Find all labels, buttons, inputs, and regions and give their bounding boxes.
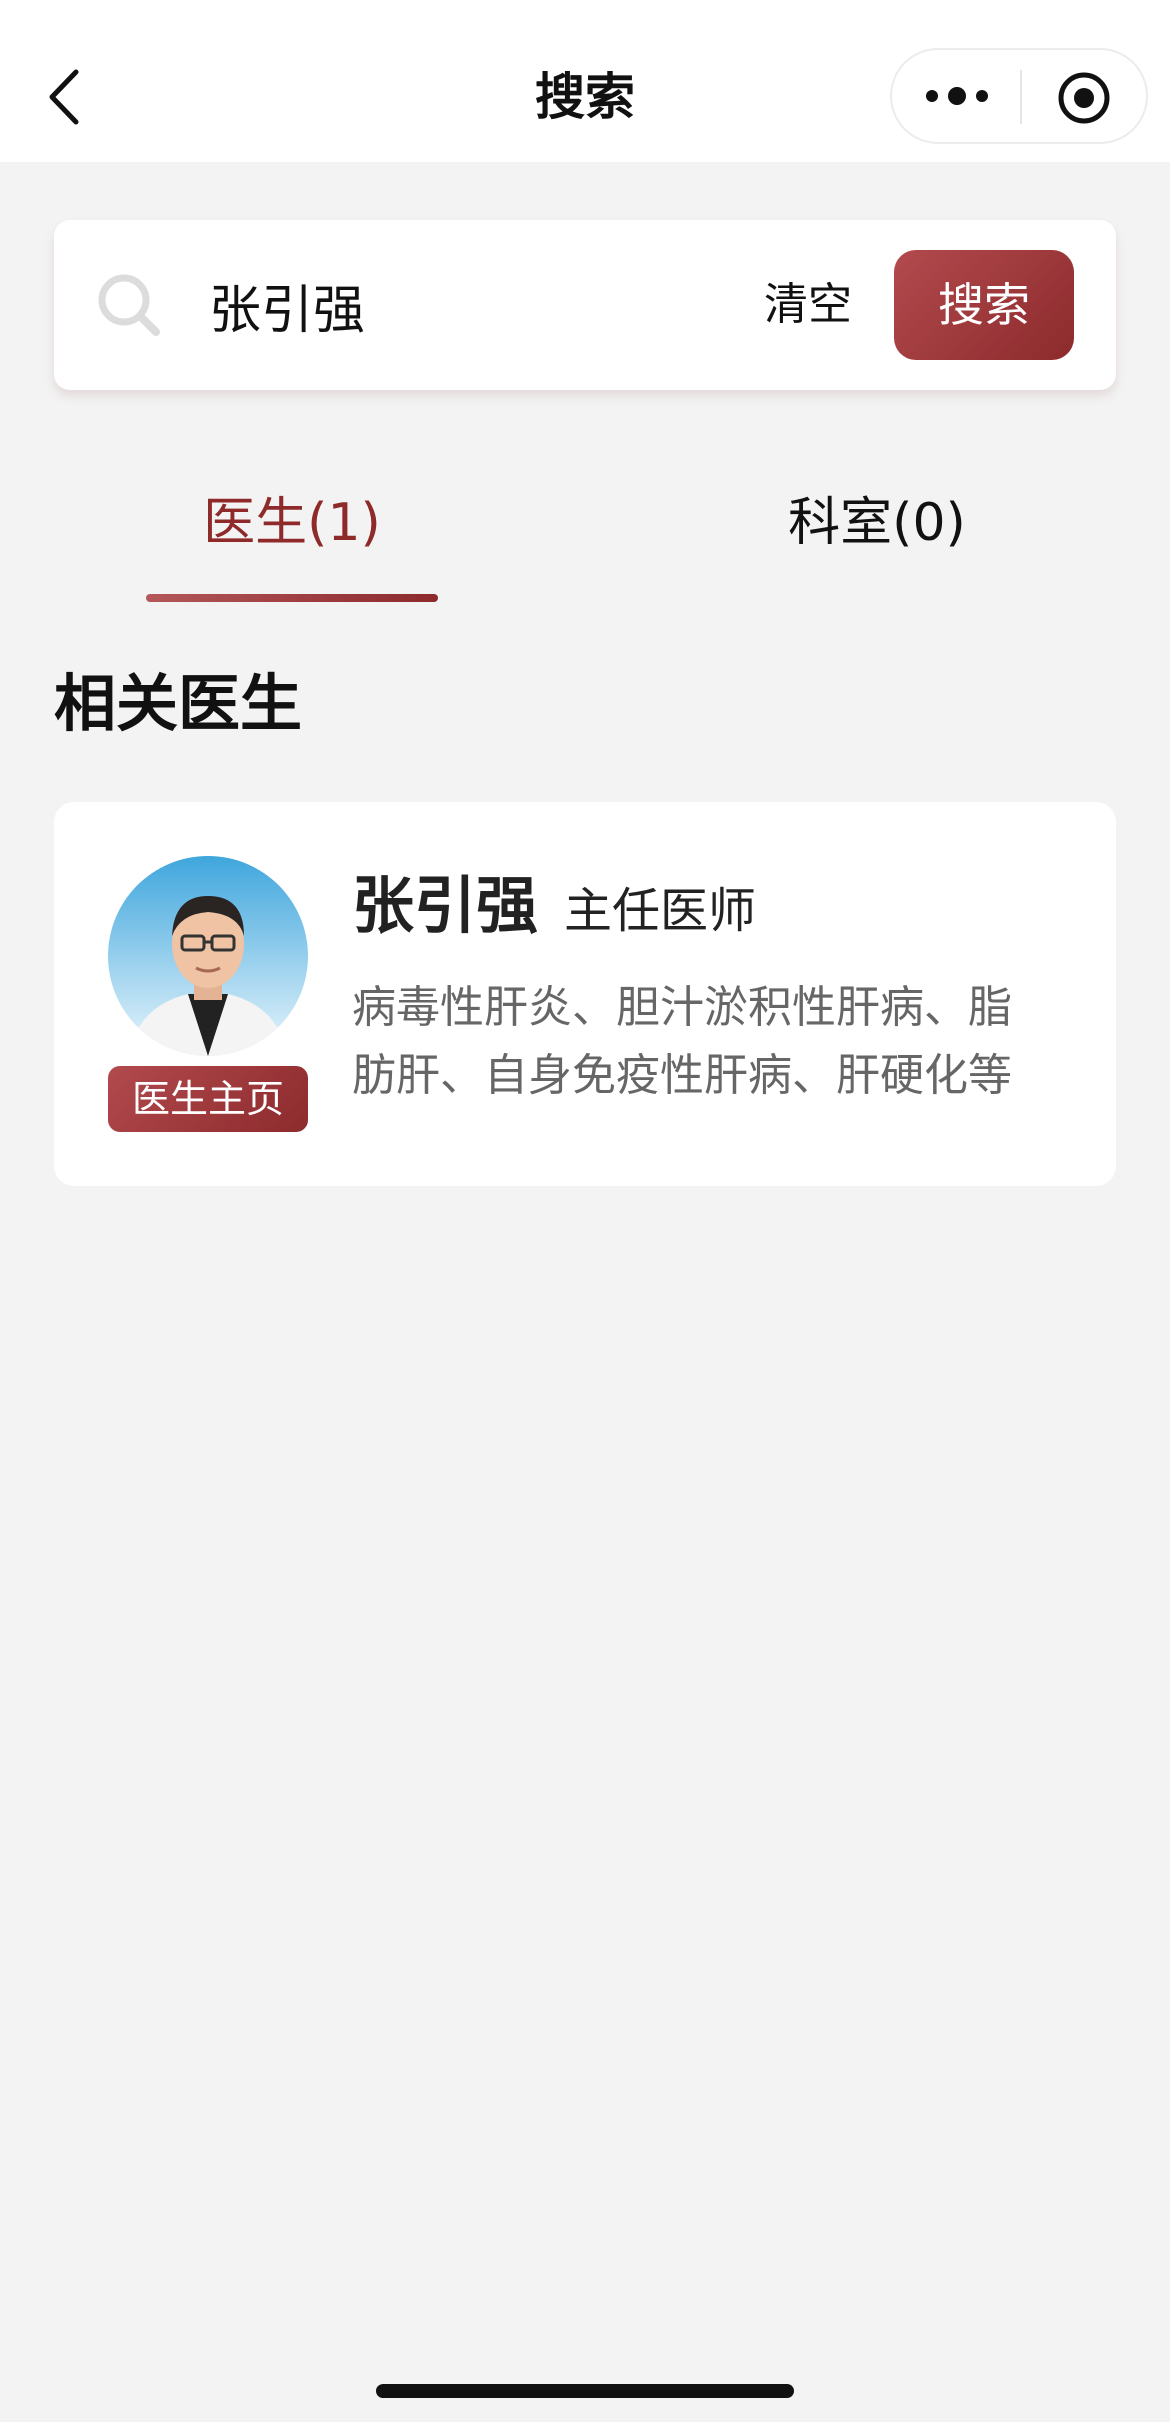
- nav-bar: 搜索: [0, 0, 1170, 162]
- search-input[interactable]: [209, 260, 769, 350]
- clear-button[interactable]: 清空: [764, 270, 852, 340]
- doctor-profile-button[interactable]: 医生主页: [108, 1066, 308, 1132]
- tab-departments[interactable]: 科室(0): [584, 488, 1170, 558]
- active-tab-indicator: [146, 594, 438, 602]
- doctor-title: 主任医师: [564, 883, 757, 939]
- more-icon[interactable]: [922, 76, 992, 116]
- search-button[interactable]: 搜索: [894, 250, 1074, 360]
- home-indicator: [376, 2384, 794, 2398]
- doctor-card[interactable]: 医生主页 张引强 主任医师 病毒性肝炎、胆汁淤积性肝病、脂肪肝、自身免疫性肝病、…: [54, 802, 1116, 1186]
- search-icon: [98, 274, 160, 336]
- close-miniprogram-icon[interactable]: [1056, 70, 1112, 126]
- section-title: 相关医生: [54, 667, 303, 740]
- doctor-name: 张引强: [352, 869, 539, 942]
- tab-doctors[interactable]: 医生(1): [0, 488, 584, 558]
- doctor-specialty: 病毒性肝炎、胆汁淤积性肝病、脂肪肝、自身免疫性肝病、肝硬化等: [352, 982, 1012, 1101]
- search-bar: 清空 搜索: [54, 220, 1116, 390]
- capsule-divider: [1020, 70, 1022, 124]
- doctor-avatar: [108, 856, 308, 1056]
- mini-program-capsule: [890, 48, 1148, 144]
